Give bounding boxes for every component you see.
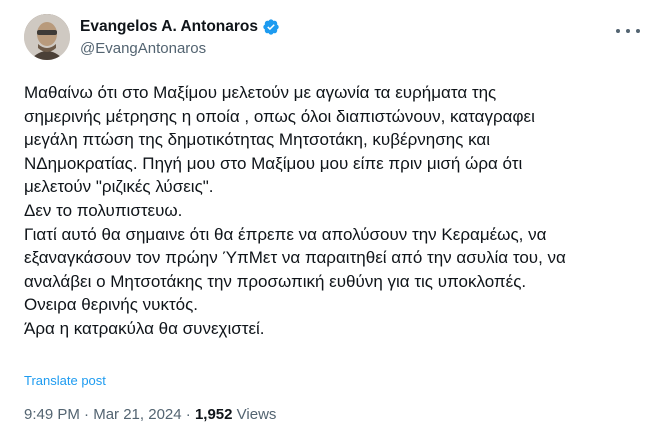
tweet-line: εξαναγκάσουν τον πρώην ΎπΜετ να παραιτηθ… (24, 248, 566, 268)
tweet-line: Δεν το πολυπιστευω. (24, 200, 183, 220)
tweet-line: ΝΔημοκρατίας. Πηγή μου στο Μαξίμου μου ε… (24, 153, 523, 173)
tweet-line: μεγάλη πτώση της δημοτικότητας Μητσοτάκη… (24, 130, 490, 150)
meta-separator: · (185, 406, 191, 423)
author-names: Evangelos A. Antonaros @EvangAntonaros (80, 16, 280, 57)
more-dot (626, 29, 630, 33)
more-options-icon[interactable] (616, 22, 640, 40)
tweet-line: μελετούν "ριζικές λύσεις". (24, 177, 214, 197)
display-name[interactable]: Evangelos A. Antonaros (80, 18, 258, 36)
more-dot (616, 29, 620, 33)
tweet-line: Άρα η κατρακύλα θα συνεχιστεί. (24, 318, 265, 338)
verified-badge-icon[interactable] (262, 18, 280, 36)
tweet-line: Μαθαίνω ότι στο Μαξίμου μελετούν με αγων… (24, 83, 497, 102)
display-name-row: Evangelos A. Antonaros (80, 16, 280, 38)
views-label: Views (236, 406, 277, 423)
tweet-text: Μαθαίνω ότι στο Μαξίμου μελετούν με αγων… (24, 81, 644, 341)
tweet-line: αναλάβει ο Μητσοτάκης την προσωπική ευθύ… (24, 271, 527, 291)
post-time[interactable]: 9:49 PM (24, 406, 80, 423)
tweet-line: Ονειρα θερινής νυκτός. (24, 295, 199, 315)
meta-separator: · (84, 406, 90, 423)
views-count: 1,952 (194, 406, 233, 423)
tweet-line: σημερινής μέτρησης η οποία , οπως όλοι δ… (24, 106, 535, 126)
post-date[interactable]: Mar 21, 2024 (93, 406, 181, 423)
author-handle[interactable]: @EvangAntonaros (80, 40, 280, 57)
tweet-card: Evangelos A. Antonaros @EvangAntonaros Μ… (0, 0, 655, 437)
translate-post-link[interactable]: Translate post (24, 373, 106, 388)
tweet-line: Γιατί αυτό θα σημαινε ότι θα έπρεπε να α… (24, 224, 547, 244)
more-dot (636, 29, 640, 33)
avatar[interactable] (24, 14, 70, 60)
profile-photo (24, 14, 70, 60)
tweet-meta: 9:49 PM · Mar 21, 2024 · 1,952 Views (24, 406, 276, 423)
tweet-header: Evangelos A. Antonaros @EvangAntonaros (24, 14, 644, 62)
